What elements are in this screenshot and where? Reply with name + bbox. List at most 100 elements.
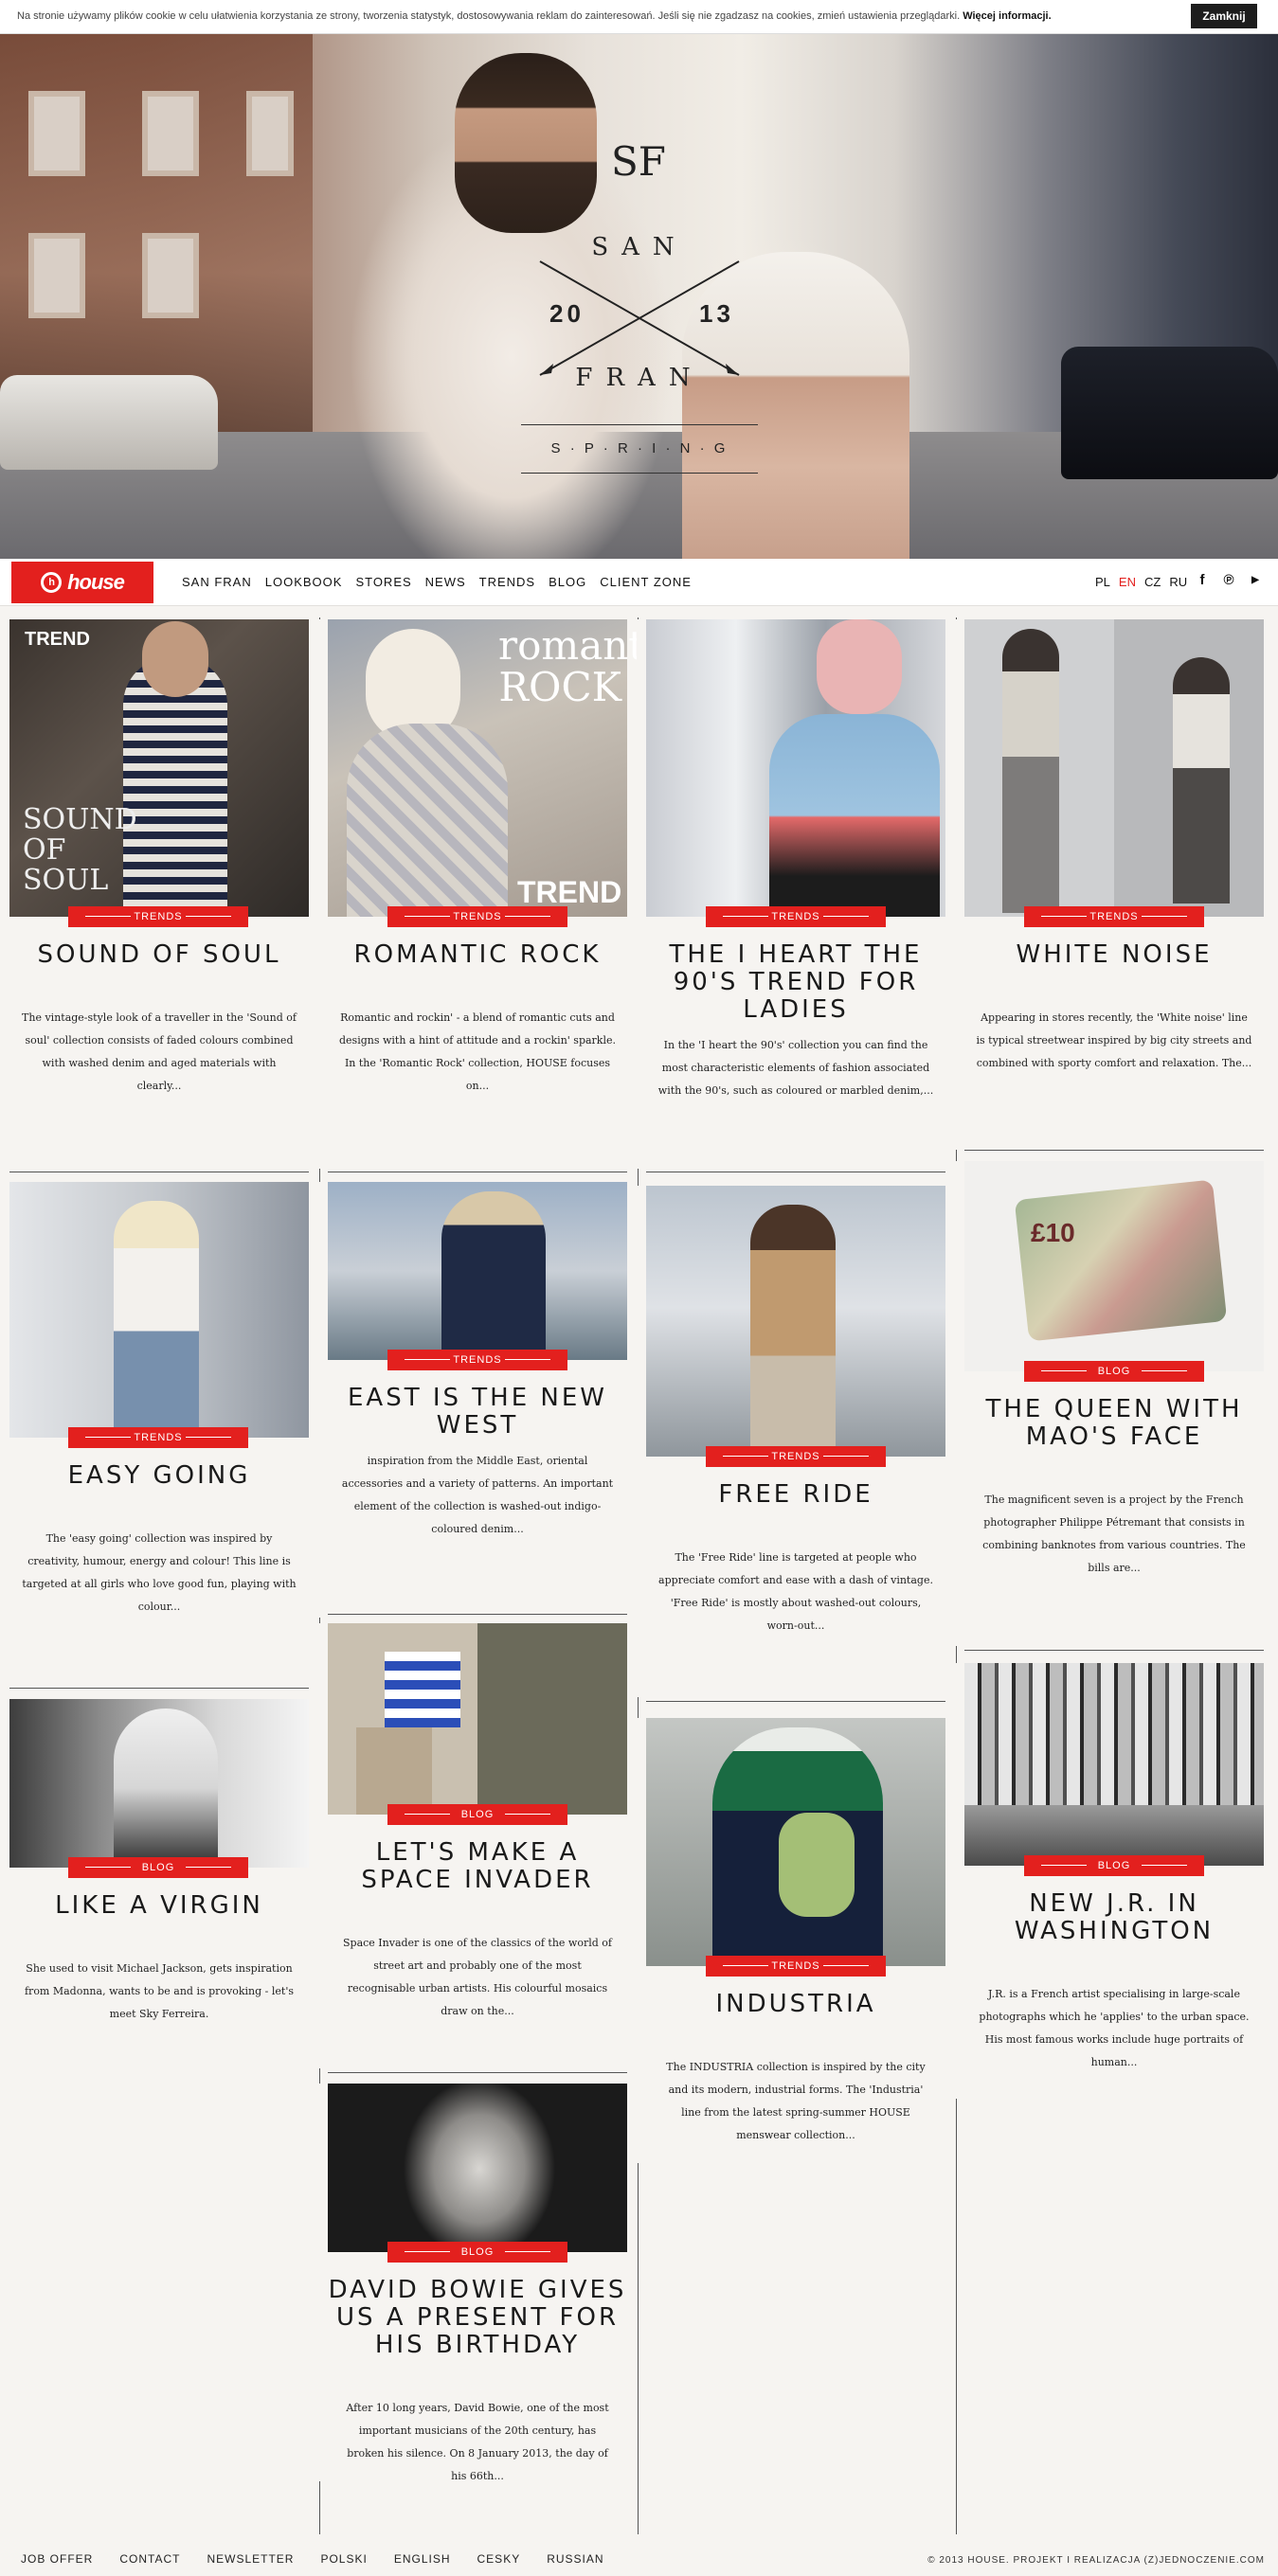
article-title[interactable]: ROMANTIC ROCK — [328, 941, 627, 969]
article-title[interactable]: DAVID BOWIE GIVES US A PRESENT FOR HIS B… — [328, 2277, 627, 2359]
article-card[interactable]: £10 BLOG THE QUEEN WITH MAO'S FACE The m… — [955, 1161, 1273, 1646]
article-title[interactable]: INDUSTRIA — [646, 1991, 945, 2018]
nav-news[interactable]: NEWS — [425, 575, 466, 589]
lang-pl[interactable]: PL — [1095, 575, 1110, 589]
article-title[interactable]: THE I HEART THE 90'S TREND FOR LADIES — [646, 941, 945, 1024]
nav-client-zone[interactable]: CLIENT ZONE — [600, 575, 692, 589]
article-title[interactable]: EASY GOING — [9, 1462, 309, 1490]
article-image[interactable] — [964, 1663, 1264, 1866]
cookie-more-link[interactable]: Więcej informacji. — [963, 10, 1051, 22]
lang-en[interactable]: EN — [1119, 575, 1136, 589]
image-overlay-text: romantic ROCK — [498, 622, 680, 710]
footer-newsletter[interactable]: NEWSLETTER — [207, 2552, 294, 2566]
article-description: inspiration from the Middle East, orient… — [341, 1455, 614, 1535]
article-title[interactable]: LET'S MAKE A SPACE INVADER — [328, 1839, 627, 1894]
article-image[interactable] — [646, 619, 945, 917]
article-card[interactable]: romantic ROCK TREND TRENDS ROMANTIC ROCK… — [318, 619, 680, 1169]
model-head — [817, 619, 902, 714]
tag-badge[interactable]: BLOG — [1024, 1855, 1204, 1876]
article-card[interactable]: TRENDS EAST IS THE NEW WEST inspiration … — [318, 1182, 637, 1618]
backpack — [779, 1813, 855, 1917]
article-card[interactable]: BLOG DAVID BOWIE GIVES US A PRESENT FOR … — [318, 2084, 637, 2482]
card-divider — [9, 1688, 309, 1689]
article-image[interactable] — [646, 1186, 945, 1457]
language-switcher: PL EN CZ RU — [1095, 575, 1187, 589]
cookie-message: Na stronie używamy plików cookie w celu … — [17, 10, 961, 22]
denim-vest-figure — [769, 714, 940, 917]
article-image[interactable] — [646, 1718, 945, 1966]
tag-badge[interactable]: TRENDS — [706, 1446, 886, 1467]
article-title[interactable]: NEW J.R. IN WASHINGTON — [964, 1890, 1264, 1945]
article-card[interactable]: BLOG NEW J.R. IN WASHINGTON J.R. is a Fr… — [955, 1663, 1273, 2099]
cookie-close-button[interactable]: Zamknij — [1191, 4, 1257, 28]
article-title[interactable]: FREE RIDE — [646, 1481, 945, 1509]
nav-trends[interactable]: TRENDS — [479, 575, 535, 589]
footer-polski[interactable]: POLSKI — [320, 2552, 367, 2566]
tag-badge[interactable]: TRENDS — [68, 1427, 248, 1448]
article-card[interactable]: TRENDS THE I HEART THE 90'S TREND FOR LA… — [637, 619, 955, 1169]
article-description: Romantic and rockin' - a blend of romant… — [339, 1011, 616, 1092]
article-description: The vintage-style look of a traveller in… — [22, 1011, 297, 1092]
article-title[interactable]: THE QUEEN WITH MAO'S FACE — [964, 1396, 1264, 1451]
nav-blog[interactable]: BLOG — [549, 575, 586, 589]
article-image[interactable] — [9, 1699, 309, 1868]
tag-badge[interactable]: TRENDS — [706, 1956, 886, 1977]
article-image[interactable]: £10 — [964, 1161, 1264, 1371]
nav-lookbook[interactable]: LOOKBOOK — [265, 575, 343, 589]
article-card[interactable]: TRENDS INDUSTRIA The INDUSTRIA collectio… — [637, 1718, 955, 2163]
house-logo[interactable]: h house — [11, 562, 153, 603]
footer-contact[interactable]: CONTACT — [119, 2552, 180, 2566]
pinterest-icon[interactable]: ℗ — [1220, 572, 1237, 589]
tag-badge[interactable]: BLOG — [1024, 1361, 1204, 1382]
article-card[interactable]: TREND SOUND OF SOUL TRENDS SOUND OF SOUL… — [0, 619, 318, 1169]
hero-window — [28, 233, 85, 318]
hero-window — [142, 91, 199, 176]
article-image[interactable]: TREND SOUND OF SOUL — [9, 619, 309, 917]
article-image[interactable] — [9, 1182, 309, 1438]
article-description: J.R. is a French artist specialising in … — [979, 1988, 1250, 2068]
lang-ru[interactable]: RU — [1169, 575, 1187, 589]
article-image[interactable] — [964, 619, 1264, 917]
article-image[interactable] — [328, 1182, 627, 1360]
footer-job-offer[interactable]: JOB OFFER — [21, 2552, 93, 2566]
nav-stores[interactable]: STORES — [355, 575, 411, 589]
article-image[interactable] — [328, 1623, 627, 1815]
footer-russian[interactable]: RUSSIAN — [547, 2552, 603, 2566]
tag-badge[interactable]: BLOG — [387, 1804, 567, 1825]
footer-cesky[interactable]: CESKY — [477, 2552, 521, 2566]
article-image[interactable]: romantic ROCK TREND — [328, 619, 680, 917]
sf-year-left: 20 — [549, 299, 585, 328]
card-divider — [328, 1614, 627, 1615]
lang-cz[interactable]: CZ — [1144, 575, 1161, 589]
article-title[interactable]: SOUND OF SOUL — [9, 941, 309, 969]
house-logo-icon: h — [41, 572, 63, 593]
tag-badge[interactable]: TRENDS — [387, 1350, 567, 1370]
article-title[interactable]: EAST IS THE NEW WEST — [328, 1385, 627, 1440]
article-title[interactable]: WHITE NOISE — [964, 941, 1264, 969]
article-card[interactable]: TRENDS WHITE NOISE Appearing in stores r… — [955, 619, 1273, 1150]
hero-car-right — [1061, 347, 1278, 479]
youtube-icon[interactable]: ▶ — [1247, 572, 1264, 589]
tag-badge[interactable]: TRENDS — [706, 906, 886, 927]
article-description: Appearing in stores recently, the 'White… — [976, 1011, 1252, 1069]
article-card[interactable]: TRENDS FREE RIDE The 'Free Ride' line is… — [637, 1186, 955, 1697]
footer-links: JOB OFFER CONTACT NEWSLETTER POLSKI ENGL… — [21, 2552, 604, 2566]
footer: JOB OFFER CONTACT NEWSLETTER POLSKI ENGL… — [0, 2542, 1278, 2576]
article-card[interactable]: BLOG LIKE A VIRGIN She used to visit Mic… — [0, 1699, 318, 2059]
article-title[interactable]: LIKE A VIRGIN — [9, 1892, 309, 1920]
tag-badge[interactable]: BLOG — [68, 1857, 248, 1878]
footer-english[interactable]: ENGLISH — [394, 2552, 451, 2566]
article-image[interactable] — [328, 2084, 627, 2252]
facebook-icon[interactable]: f — [1194, 572, 1211, 589]
article-card[interactable]: BLOG LET'S MAKE A SPACE INVADER Space In… — [318, 1623, 637, 2068]
tag-badge[interactable]: TRENDS — [1024, 906, 1204, 927]
model-figure — [114, 1201, 199, 1438]
space-invader-mosaic — [385, 1652, 460, 1727]
card-divider — [328, 2072, 627, 2073]
article-card[interactable]: TRENDS EASY GOING The 'easy going' colle… — [0, 1182, 318, 1684]
tag-badge[interactable]: BLOG — [387, 2242, 567, 2263]
hero-banner: SF SAN 20 13 FRAN S · P · R · I · N · G — [0, 34, 1278, 559]
tag-badge[interactable]: TRENDS — [68, 906, 248, 927]
nav-san-fran[interactable]: SAN FRAN — [182, 575, 252, 589]
tag-badge[interactable]: TRENDS — [387, 906, 567, 927]
